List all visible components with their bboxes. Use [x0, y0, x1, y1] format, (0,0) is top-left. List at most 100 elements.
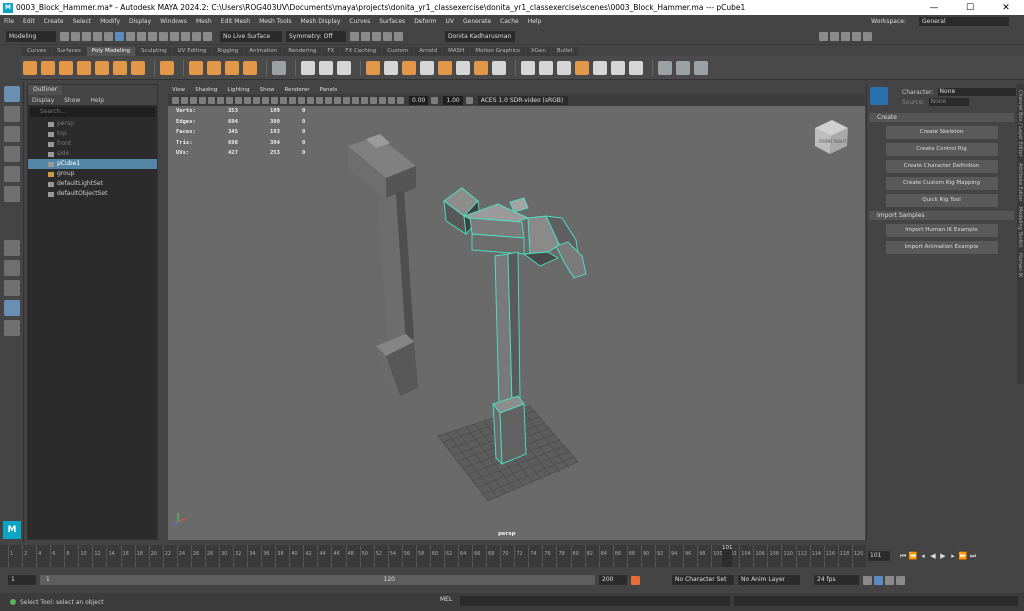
layout-icon[interactable]	[819, 31, 828, 41]
anti-aliasing-icon[interactable]	[352, 96, 359, 104]
create-character-definition-button[interactable]: Create Character Definition	[885, 160, 998, 173]
shelf-tab-fx-caching[interactable]: FX Caching	[340, 47, 382, 56]
menu-uv[interactable]: UV	[446, 18, 455, 25]
tool-settings-icon[interactable]	[852, 31, 861, 41]
mel-label[interactable]: MEL	[440, 596, 452, 603]
reference-hammer-mesh[interactable]	[348, 134, 418, 396]
symmetry-dropdown[interactable]: Symmetry: Off	[286, 30, 346, 42]
menu-surfaces[interactable]: Surfaces	[379, 18, 405, 25]
viewport-menu-lighting[interactable]: Lighting	[227, 87, 249, 93]
menu-mesh-display[interactable]: Mesh Display	[301, 18, 341, 25]
save-scene-icon[interactable]	[82, 31, 91, 41]
shelf-tab-animation[interactable]: Animation	[244, 47, 283, 56]
current-frame-marker[interactable]: 101	[722, 545, 733, 567]
ipr-render-icon[interactable]	[372, 31, 381, 41]
grid-icon[interactable]	[208, 96, 215, 104]
xray-icon[interactable]	[379, 96, 386, 104]
shelf-tab-rigging[interactable]: Rigging	[212, 47, 244, 56]
bevel-icon[interactable]	[474, 60, 488, 75]
search-icon[interactable]	[4, 320, 20, 336]
select-hierarchy-icon[interactable]	[115, 31, 124, 41]
safe-title-icon[interactable]	[262, 96, 269, 104]
snap-surface-icon[interactable]	[192, 31, 201, 41]
viewport-menu-shading[interactable]: Shading	[195, 87, 217, 93]
sweep-mesh-icon[interactable]	[207, 60, 221, 75]
menu-edit-mesh[interactable]: Edit Mesh	[221, 18, 250, 25]
poly-disc-icon[interactable]	[131, 60, 145, 75]
select-camera-icon[interactable]	[172, 96, 179, 104]
shelf-tab-poly-modeling[interactable]: Poly Modeling	[86, 47, 135, 56]
menu-windows[interactable]: Windows	[160, 18, 187, 25]
menu-cache[interactable]: Cache	[500, 18, 519, 25]
side-tab-modeling-toolkit[interactable]: Modeling Toolkit	[1017, 207, 1023, 247]
shelf-tab-surfaces[interactable]: Surfaces	[52, 47, 86, 56]
menu-edit[interactable]: Edit	[23, 18, 35, 25]
maximize-button[interactable]: ☐	[952, 3, 988, 13]
poly-torus-icon[interactable]	[95, 60, 109, 75]
sound-icon[interactable]	[885, 575, 894, 585]
wireframe-icon[interactable]	[271, 96, 278, 104]
attribute-editor-icon[interactable]	[841, 31, 850, 41]
separate-icon[interactable]	[319, 60, 333, 75]
fill-hole-icon[interactable]	[492, 60, 506, 75]
fps-dropdown[interactable]: 24 fps	[814, 575, 859, 585]
menu-display[interactable]: Display	[129, 18, 151, 25]
extrude-icon[interactable]	[438, 60, 452, 75]
outliner-item-top[interactable]: top	[28, 129, 157, 139]
default-material-icon[interactable]	[289, 96, 296, 104]
shadows-icon[interactable]	[325, 96, 332, 104]
account-dropdown[interactable]: Donita Kadharusman	[445, 30, 515, 42]
shelf-tab-xgen[interactable]: XGen	[525, 47, 551, 56]
textured-icon[interactable]	[307, 96, 314, 104]
selected-hammer-mesh-pcube1[interactable]	[443, 187, 587, 466]
step-back-key-icon[interactable]: ⏪	[908, 552, 918, 560]
start-time-field[interactable]: 1	[8, 575, 36, 585]
import-samples-section-header[interactable]: Import Samples	[869, 211, 1014, 220]
poly-cylinder-icon[interactable]	[59, 60, 73, 75]
3d-viewport[interactable]: Verts: 353 199 0 Edges: 694 390 0 Faces: 345 193…	[168, 106, 865, 540]
boolean-intersection-icon[interactable]	[402, 60, 416, 75]
menu-create[interactable]: Create	[44, 18, 64, 25]
combine-icon[interactable]	[301, 60, 315, 75]
gamma-icon[interactable]	[431, 96, 439, 104]
move-tool-icon[interactable]	[4, 146, 20, 162]
mirror-icon[interactable]	[420, 60, 434, 75]
menu-curves[interactable]: Curves	[349, 18, 370, 25]
menu-deform[interactable]: Deform	[414, 18, 436, 25]
depth-of-field-icon[interactable]	[361, 96, 368, 104]
close-button[interactable]: ✕	[988, 3, 1024, 13]
new-scene-icon[interactable]	[60, 31, 69, 41]
smooth-icon[interactable]	[337, 60, 351, 75]
bookmark-icon[interactable]	[190, 96, 197, 104]
auto-key-icon[interactable]	[631, 575, 640, 585]
outliner-item-side[interactable]: side	[28, 149, 157, 159]
paint-select-icon[interactable]	[4, 126, 20, 142]
two-view-icon[interactable]	[4, 280, 20, 296]
outliner-item-front[interactable]: front	[28, 139, 157, 149]
shelf-tab-motion-graphics[interactable]: Motion Graphics	[470, 47, 525, 56]
redo-icon[interactable]	[104, 31, 113, 41]
select-component-icon[interactable]	[137, 31, 146, 41]
film-gate-icon[interactable]	[217, 96, 224, 104]
outliner-item-pcube1[interactable]: pCube1	[28, 159, 157, 169]
safe-action-icon[interactable]	[253, 96, 260, 104]
select-object-icon[interactable]	[126, 31, 135, 41]
side-tab-human-ik[interactable]: Human IK	[1017, 253, 1023, 277]
make-live-icon[interactable]	[203, 31, 212, 41]
isolate-select-icon[interactable]	[370, 96, 377, 104]
shelf-tab-uv-editing[interactable]: UV Editing	[172, 47, 212, 56]
open-scene-icon[interactable]	[71, 31, 80, 41]
undo-icon[interactable]	[93, 31, 102, 41]
character-set-dropdown[interactable]: No Character Set	[672, 575, 734, 585]
playback-settings-icon[interactable]	[896, 575, 905, 585]
live-surface-field[interactable]: No Live Surface	[220, 30, 282, 42]
automatic-uv-icon[interactable]	[676, 60, 690, 75]
menu-help[interactable]: Help	[528, 18, 542, 25]
platonic-solid-icon[interactable]	[160, 60, 174, 75]
boolean-union-icon[interactable]	[366, 60, 380, 75]
channel-box-icon[interactable]	[863, 31, 872, 41]
outliner-item-default-light-set[interactable]: defaultLightSet	[28, 179, 157, 189]
boolean-difference-icon[interactable]	[384, 60, 398, 75]
target-weld-icon[interactable]	[539, 60, 553, 75]
viewport-menu-renderer[interactable]: Renderer	[284, 87, 309, 93]
